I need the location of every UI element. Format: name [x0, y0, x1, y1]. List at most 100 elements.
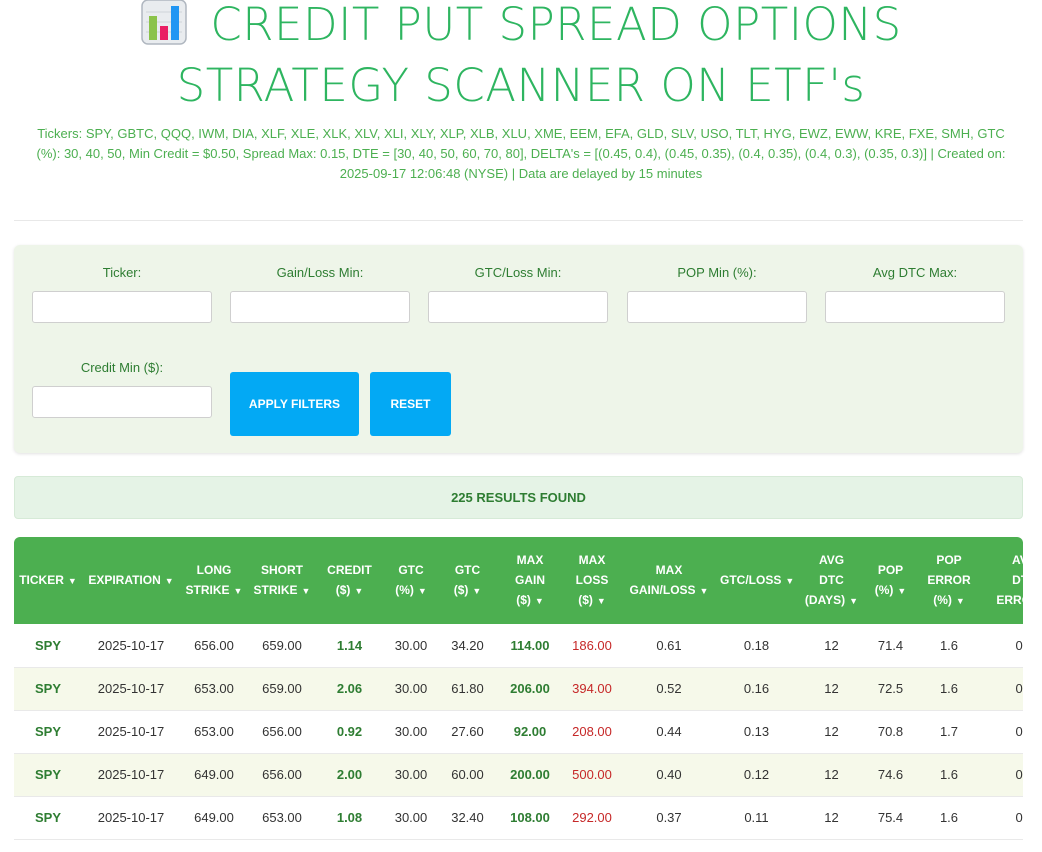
cell-long-strike: 653.00: [180, 710, 248, 754]
cell-short-strike: 656.00: [248, 710, 316, 754]
gtcloss-filter: GTC/Loss Min:: [428, 264, 608, 323]
column-header-gtc-loss[interactable]: GTC/LOSS ▼: [718, 537, 795, 624]
column-header-label: AVG: [1011, 553, 1023, 567]
cell-pop-error: 1.6: [913, 624, 985, 668]
avgdtc-max-input[interactable]: [825, 291, 1005, 323]
column-header-label: (DAYS) ▼: [797, 590, 866, 611]
sort-arrow-icon[interactable]: ▼: [849, 596, 858, 606]
column-header-label: GTC: [454, 563, 481, 577]
column-header-ticker[interactable]: TICKER ▼: [14, 537, 82, 624]
sort-arrow-icon[interactable]: ▼: [302, 586, 311, 596]
ticker-filter: Ticker:: [32, 264, 212, 323]
sort-arrow-icon[interactable]: ▼: [472, 586, 481, 596]
cell-ticker: SPY: [14, 796, 82, 840]
sort-arrow-icon[interactable]: ▼: [597, 596, 606, 606]
cell-max-gain-loss: 0.52: [620, 667, 718, 711]
column-header-label: (%) ▼: [870, 580, 911, 601]
column-header-avg-dtc-error[interactable]: AVG DTC ERROR▼: [985, 537, 1023, 624]
header-divider: [14, 220, 1023, 221]
cell-gtc-pct: 30.00: [383, 796, 439, 840]
sort-arrow-icon[interactable]: ▼: [354, 586, 363, 596]
column-header-short-strike[interactable]: SHORT STRIKE ▼: [248, 537, 316, 624]
cell-max-gain-loss: 0.44: [620, 710, 718, 754]
cell-max-gain: 114.00: [496, 624, 564, 668]
pop-min-input[interactable]: [627, 291, 807, 323]
ticker-input[interactable]: [32, 291, 212, 323]
header-text: TICKER: [19, 573, 64, 587]
cell-short-strike: 656.00: [248, 753, 316, 797]
header-text: STRIKE: [253, 583, 298, 597]
sort-arrow-icon[interactable]: ▼: [165, 576, 174, 586]
sort-arrow-icon[interactable]: ▼: [785, 576, 794, 586]
cell-gtc-pct: 30.00: [383, 624, 439, 668]
cell-long-strike: 649.00: [180, 753, 248, 797]
column-header-expiration[interactable]: EXPIRATION ▼: [82, 537, 180, 624]
results-table-container[interactable]: TICKER ▼ EXPIRATION ▼ LONG STRIKE ▼ SHORT STRIKE…: [14, 537, 1023, 852]
column-header-max-gain-loss[interactable]: MAX GAIN/LOSS ▼: [620, 537, 718, 624]
cell-avg-dtc-error: 0.3: [985, 796, 1023, 840]
cell-avg-dtc: 12: [795, 796, 868, 840]
cell-pop: 74.6: [868, 753, 913, 797]
column-header-max-gain[interactable]: MAX GAIN ($) ▼: [496, 537, 564, 624]
cell-long-strike: 649.00: [180, 796, 248, 840]
column-header-credit[interactable]: CREDIT ($) ▼: [316, 537, 383, 624]
table-row[interactable]: SPY 2025-10-17 656.00 659.00 1.14 30.00 34.20 1…: [14, 624, 1023, 668]
sort-arrow-icon[interactable]: ▼: [68, 576, 77, 586]
cell-pop: 72.5: [868, 667, 913, 711]
cell-gtc-dollar: 32.40: [439, 796, 496, 840]
cell-pop-error: 1.7: [913, 710, 985, 754]
column-header-max-loss[interactable]: MAX LOSS ($) ▼: [564, 537, 620, 624]
cell-pop-error: 1.6: [913, 667, 985, 711]
cell-avg-dtc-error: 0.3: [985, 667, 1023, 711]
cell-ticker: SPY: [14, 667, 82, 711]
column-header-label: STRIKE ▼: [182, 580, 246, 601]
column-header-label: GAIN: [515, 573, 545, 587]
gainloss-min-input[interactable]: [230, 291, 410, 323]
column-header-pop[interactable]: POP (%) ▼: [868, 537, 913, 624]
cell-max-gain: 108.00: [496, 796, 564, 840]
sort-arrow-icon[interactable]: ▼: [897, 586, 906, 596]
cell-ticker: SPY: [14, 710, 82, 754]
column-header-label: POP: [877, 563, 904, 577]
credit-min-input[interactable]: [32, 386, 212, 418]
table-row[interactable]: SPY 2025-10-17 653.00 659.00 2.06 30.00 61.80 2…: [14, 667, 1023, 711]
cell-avg-dtc: 12: [795, 753, 868, 797]
sort-arrow-icon[interactable]: ▼: [234, 586, 243, 596]
column-header-avg-dtc[interactable]: AVG DTC (DAYS) ▼: [795, 537, 868, 624]
cell-credit: 1.14: [316, 624, 383, 668]
cell-max-gain-loss: 0.40: [620, 753, 718, 797]
cell-max-loss: 500.00: [564, 753, 620, 797]
cell-expiration: 2025-10-17: [82, 796, 180, 840]
sort-arrow-icon[interactable]: ▼: [700, 586, 709, 596]
gtcloss-min-input[interactable]: [428, 291, 608, 323]
table-row[interactable]: SPY 2025-10-17 653.00 656.00 0.92 30.00 27.60 9…: [14, 710, 1023, 754]
pop-label: POP Min (%):: [677, 265, 757, 280]
column-header-label: MAX: [578, 553, 606, 567]
results-count: 225 RESULTS FOUND: [14, 476, 1023, 519]
column-header-pop-error[interactable]: POP ERROR (%) ▼: [913, 537, 985, 624]
column-header-gtc-pct[interactable]: GTC (%) ▼: [383, 537, 439, 624]
header-text: (DAYS): [804, 593, 846, 607]
column-header-label: ERROR▼: [987, 590, 1023, 611]
cell-gtc-dollar: 34.20: [439, 624, 496, 668]
cell-pop: 75.4: [868, 796, 913, 840]
header-text: (%): [874, 583, 894, 597]
table-row[interactable]: SPY 2025-10-17 649.00 656.00 2.00 30.00 60.00 2…: [14, 753, 1023, 797]
gainloss-label: Gain/Loss Min:: [276, 265, 364, 280]
column-header-label: EXPIRATION ▼: [84, 570, 178, 591]
column-header-label: ($) ▼: [498, 590, 562, 611]
apply-filters-button[interactable]: APPLY FILTERS: [230, 372, 359, 436]
table-row[interactable]: SPY 2025-10-17 649.00 653.00 1.08 30.00 32.40 1…: [14, 796, 1023, 840]
reset-button[interactable]: RESET: [370, 372, 451, 436]
column-header-label: TICKER ▼: [16, 570, 80, 591]
header-text: STRIKE: [185, 583, 230, 597]
column-header-gtc-dollar[interactable]: GTC ($) ▼: [439, 537, 496, 624]
cell-gtc-loss: 0.18: [718, 624, 795, 668]
column-header-long-strike[interactable]: LONG STRIKE ▼: [180, 537, 248, 624]
sort-arrow-icon[interactable]: ▼: [956, 596, 965, 606]
sort-arrow-icon[interactable]: ▼: [418, 586, 427, 596]
header-text: (%): [933, 593, 952, 607]
column-header-label: MAX: [516, 553, 544, 567]
sort-arrow-icon[interactable]: ▼: [535, 596, 544, 606]
cell-gtc-pct: 30.00: [383, 710, 439, 754]
